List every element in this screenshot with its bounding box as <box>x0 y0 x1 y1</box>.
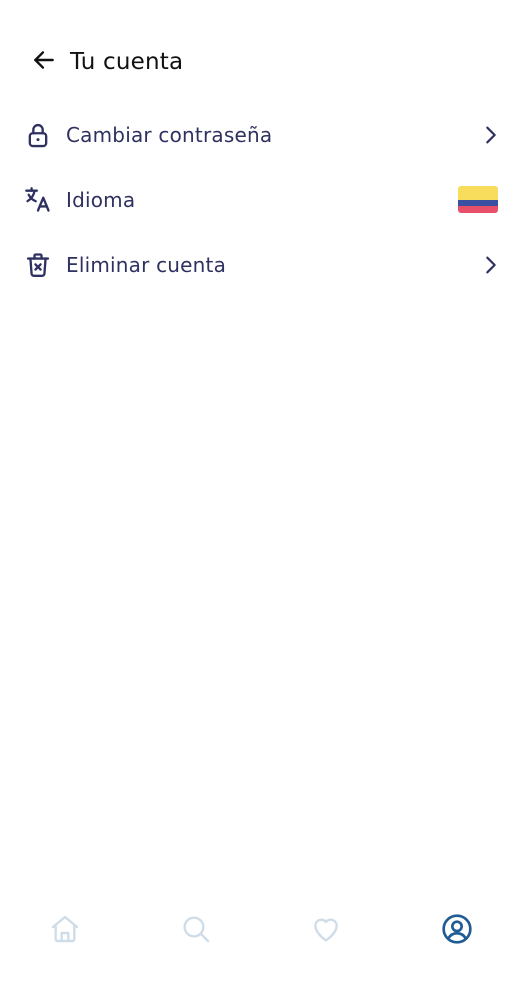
menu-item-delete-account[interactable]: Eliminar cuenta <box>0 232 522 297</box>
back-button[interactable] <box>22 40 66 84</box>
menu-item-label: Eliminar cuenta <box>66 252 227 277</box>
account-menu: Cambiar contraseña Idioma Eliminar cuent… <box>0 102 522 297</box>
user-circle-icon <box>441 913 473 949</box>
menu-item-label: Cambiar contraseña <box>66 122 273 147</box>
header: Tu cuenta <box>22 38 183 86</box>
trash-icon <box>23 250 53 280</box>
nav-profile-button[interactable] <box>427 901 487 961</box>
heart-icon <box>310 913 342 949</box>
colombia-flag <box>458 186 502 213</box>
menu-item-language[interactable]: Idioma <box>0 167 522 232</box>
translate-icon <box>23 185 53 215</box>
arrow-left-icon <box>31 47 57 77</box>
search-icon <box>180 913 212 949</box>
lock-icon <box>23 120 53 150</box>
home-icon <box>49 913 81 949</box>
menu-item-label: Idioma <box>66 187 136 212</box>
account-screen: Tu cuenta Cambiar contraseña Idioma Elim… <box>0 0 522 997</box>
chevron-right-icon <box>480 254 502 276</box>
nav-search-button[interactable] <box>166 901 226 961</box>
page-title: Tu cuenta <box>70 49 184 75</box>
chevron-right-icon <box>480 124 502 146</box>
nav-favorites-button[interactable] <box>296 901 356 961</box>
nav-home-button[interactable] <box>35 901 95 961</box>
bottom-navigation <box>0 898 522 964</box>
menu-item-change-password[interactable]: Cambiar contraseña <box>0 102 522 167</box>
